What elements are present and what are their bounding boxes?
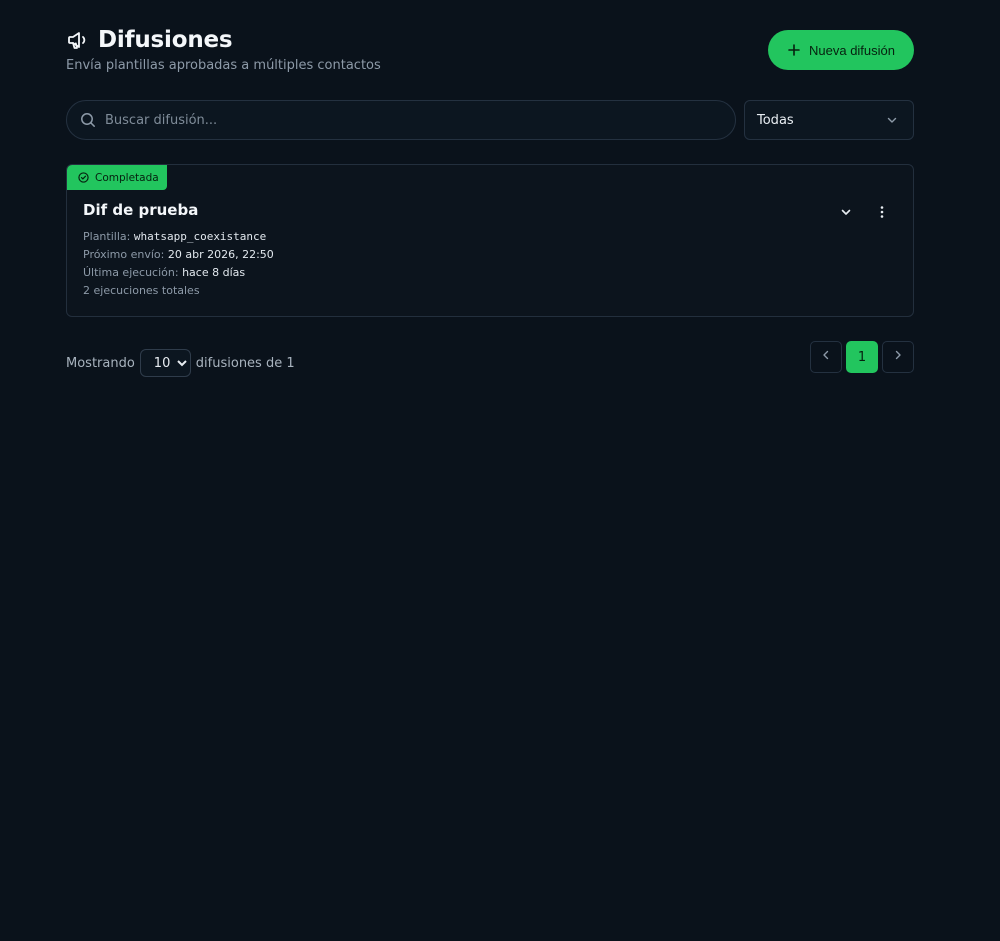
search-input[interactable] bbox=[105, 112, 735, 128]
last-run-label: Última ejecución: bbox=[83, 266, 179, 279]
chevron-right-icon bbox=[892, 349, 904, 365]
last-run-info: Última ejecución: hace 8 días bbox=[83, 266, 245, 279]
status-filter-select[interactable]: Todas bbox=[744, 100, 914, 140]
next-page-button[interactable] bbox=[882, 341, 914, 373]
chevron-down-icon bbox=[839, 204, 853, 223]
search-box bbox=[66, 100, 736, 140]
more-options-button[interactable] bbox=[870, 201, 894, 225]
page-button-1[interactable]: 1 bbox=[846, 341, 878, 373]
total-label: difusiones de 1 bbox=[195, 355, 295, 371]
search-icon bbox=[80, 112, 96, 128]
broadcast-name: Dif de prueba bbox=[83, 201, 199, 219]
page-size-select[interactable]: 10 bbox=[139, 349, 191, 377]
template-info: Plantilla: whatsapp_coexistance bbox=[83, 230, 266, 243]
status-badge: Completada bbox=[67, 165, 167, 190]
next-send-value: 20 abr 2026, 22:50 bbox=[167, 248, 274, 261]
total-runs: 2 ejecuciones totales bbox=[83, 284, 200, 297]
prev-page-button[interactable] bbox=[810, 341, 842, 373]
check-circle-icon bbox=[78, 172, 89, 183]
template-label: Plantilla: bbox=[83, 230, 131, 243]
chevron-down-icon bbox=[885, 113, 899, 127]
new-broadcast-button[interactable]: Nueva difusión bbox=[768, 30, 914, 70]
status-filter-value: Todas bbox=[757, 112, 794, 128]
page-title: Difusiones bbox=[98, 27, 233, 53]
more-vertical-icon bbox=[875, 204, 889, 223]
new-broadcast-label: Nueva difusión bbox=[809, 42, 895, 58]
pagination: 1 bbox=[810, 341, 914, 373]
plus-icon bbox=[787, 43, 801, 57]
pagination-footer: Mostrando 10 difusiones de 1 1 bbox=[66, 341, 914, 377]
broadcast-card[interactable]: Completada Dif de prueba Plantilla: what… bbox=[66, 164, 914, 317]
last-run-value: hace 8 días bbox=[182, 266, 246, 279]
expand-button[interactable] bbox=[834, 201, 858, 225]
chevron-left-icon bbox=[820, 349, 832, 365]
next-send-label: Próximo envío: bbox=[83, 248, 165, 261]
showing-info: Mostrando 10 difusiones de 1 bbox=[66, 349, 295, 377]
showing-label: Mostrando bbox=[66, 355, 135, 371]
broadcasts-page: Difusiones Envía plantillas aprobadas a … bbox=[0, 0, 1000, 941]
page-header: Difusiones Envía plantillas aprobadas a … bbox=[66, 26, 914, 76]
next-send-info: Próximo envío: 20 abr 2026, 22:50 bbox=[83, 248, 274, 261]
megaphone-icon bbox=[66, 28, 90, 52]
status-badge-label: Completada bbox=[95, 171, 159, 184]
template-value: whatsapp_coexistance bbox=[133, 230, 267, 243]
